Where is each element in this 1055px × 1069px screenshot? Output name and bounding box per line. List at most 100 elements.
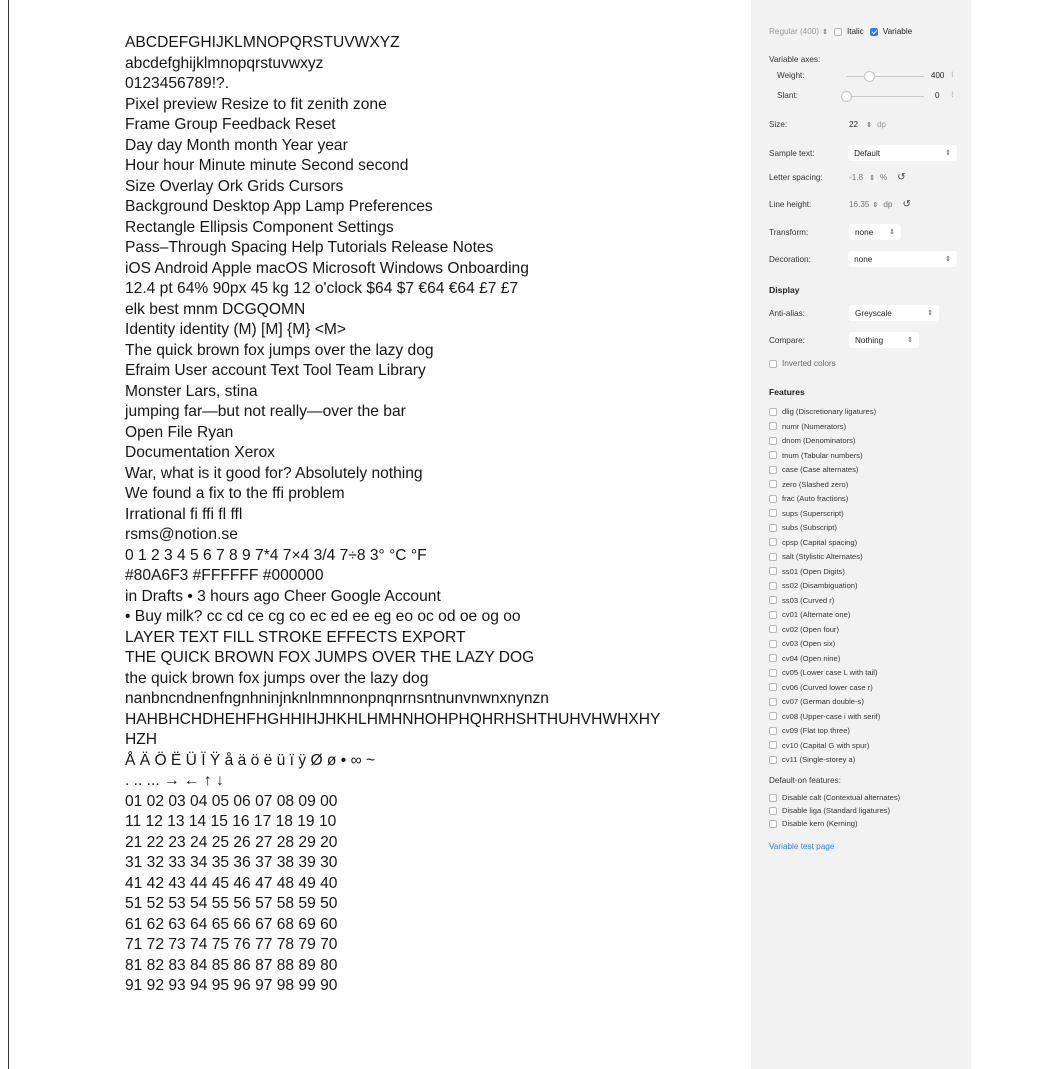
default-on-feature-checkbox[interactable] — [769, 819, 777, 828]
feature-checkbox[interactable] — [769, 422, 777, 430]
feature-checkbox[interactable] — [769, 755, 777, 764]
weight-select[interactable]: Regular (400) ⇕ — [769, 27, 828, 36]
feature-toggle[interactable]: numr (Numerators) — [769, 422, 846, 431]
feature-checkbox[interactable] — [769, 712, 777, 720]
italic-checkbox[interactable] — [833, 27, 842, 36]
variable-checkbox[interactable] — [869, 27, 878, 36]
feature-checkbox[interactable] — [769, 465, 777, 474]
slant-slider-knob[interactable] — [841, 91, 852, 102]
feature-checkbox[interactable] — [769, 654, 777, 662]
stepper-icon[interactable]: ⁝ — [951, 70, 954, 79]
preview-line: abcdefghijklmnopqrstuvwxyz — [125, 54, 324, 72]
slant-label: Slant: — [777, 91, 798, 100]
feature-checkbox[interactable] — [769, 407, 777, 416]
feature-checkbox[interactable] — [769, 596, 777, 604]
feature-checkbox[interactable] — [769, 552, 777, 561]
reset-icon[interactable]: ↺ — [897, 172, 905, 183]
feature-checkbox[interactable] — [769, 538, 777, 546]
feature-label: salt (Stylistic Alternates) — [782, 552, 863, 561]
feature-toggle[interactable]: cv02 (Open four) — [769, 625, 839, 634]
feature-toggle[interactable]: ss02 (Disambiguation) — [769, 581, 858, 590]
letter-spacing-input[interactable]: -1.8 ⇕ % — [849, 173, 887, 182]
feature-toggle[interactable]: dnom (Denominators) — [769, 436, 855, 445]
preview-line: in Drafts • 3 hours ago Cheer Google Acc… — [125, 587, 441, 605]
feature-checkbox[interactable] — [769, 567, 777, 575]
stepper-icon[interactable]: ⇕ — [873, 201, 879, 209]
slant-slider[interactable] — [846, 96, 924, 97]
feature-checkbox[interactable] — [769, 639, 777, 648]
stepper-icon[interactable]: ⇕ — [869, 174, 875, 182]
feature-checkbox[interactable] — [769, 683, 777, 691]
feature-toggle[interactable]: zero (Slashed zero) — [769, 480, 848, 489]
feature-label: ss01 (Open Digits) — [782, 566, 845, 576]
feature-toggle[interactable]: case (Case alternates) — [769, 465, 858, 474]
default-on-feature-toggle[interactable]: Disable liga (Standard ligatures) — [769, 806, 890, 815]
stepper-icon[interactable]: ⇕ — [866, 121, 872, 129]
weight-slider-knob[interactable] — [864, 71, 876, 82]
feature-toggle[interactable]: cv07 (German double-s) — [769, 697, 864, 706]
default-on-feature-checkbox[interactable] — [769, 793, 777, 802]
feature-checkbox[interactable] — [769, 741, 777, 749]
feature-checkbox[interactable] — [769, 697, 777, 706]
feature-checkbox[interactable] — [769, 668, 777, 677]
feature-toggle[interactable]: cv04 (Open nine) — [769, 654, 840, 663]
feature-toggle[interactable]: dlig (Discretionary ligatures) — [769, 407, 876, 416]
feature-label: numr (Numerators) — [782, 421, 847, 431]
size-input[interactable]: 22 ⇕ dp — [849, 120, 886, 129]
feature-toggle[interactable]: subs (Subscript) — [769, 523, 837, 532]
feature-checkbox[interactable] — [769, 509, 777, 517]
feature-toggle[interactable]: cv09 (Flat top three) — [769, 726, 850, 735]
feature-toggle[interactable]: cpsp (Capital spacing) — [769, 538, 857, 547]
feature-toggle[interactable]: tnum (Tabular numbers) — [769, 451, 863, 460]
default-on-feature-toggle[interactable]: Disable calt (Contextual alternates) — [769, 793, 900, 802]
variable-test-page-link[interactable]: Variable test page — [769, 842, 957, 851]
feature-checkbox[interactable] — [769, 726, 777, 735]
feature-toggle[interactable]: cv01 (Alternate one) — [769, 610, 850, 619]
slant-value[interactable]: 0 — [935, 91, 939, 100]
feature-toggle[interactable]: cv03 (Open six) — [769, 639, 835, 648]
feature-checkbox[interactable] — [769, 625, 777, 633]
weight-slider[interactable] — [846, 76, 924, 77]
feature-toggle[interactable]: cv05 (Lower case L with tail) — [769, 668, 878, 677]
compare-select[interactable]: Nothing ⇕ — [849, 332, 919, 348]
size-row: Size: 22 ⇕ dp — [769, 120, 957, 129]
preview-line: Irrational fi ffi fl ffl — [125, 505, 243, 523]
feature-toggle[interactable]: ss03 (Curved r) — [769, 596, 834, 605]
weight-value[interactable]: 400 — [931, 71, 944, 80]
inverted-colors-toggle[interactable]: Inverted colors — [769, 359, 957, 368]
size-unit: dp — [876, 120, 887, 129]
feature-checkbox[interactable] — [769, 523, 777, 532]
variable-axes-label: Variable axes: — [769, 55, 821, 64]
preview-line: nanbncndnenfngnhninjnknlnmnnonpnqnrnsntn… — [125, 690, 549, 707]
feature-toggle[interactable]: cv10 (Capital G with spur) — [769, 741, 869, 750]
italic-toggle[interactable]: Italic — [833, 27, 864, 36]
reset-icon[interactable]: ↺ — [902, 199, 910, 210]
sample-text-select-value: Default — [854, 148, 881, 158]
decoration-select[interactable]: none ⇕ — [848, 251, 957, 267]
feature-checkbox[interactable] — [769, 436, 777, 445]
preview-line: Pass–Through Spacing Help Tutorials Rele… — [125, 239, 494, 256]
feature-toggle[interactable]: cv06 (Curved lower case r) — [769, 683, 873, 692]
variable-toggle[interactable]: Variable — [869, 27, 912, 36]
feature-toggle[interactable]: cv08 (Upper-case i with serif) — [769, 712, 880, 721]
feature-checkbox[interactable] — [769, 581, 777, 590]
feature-checkbox[interactable] — [769, 451, 777, 459]
default-on-feature-checkbox[interactable] — [769, 806, 777, 815]
feature-checkbox[interactable] — [769, 610, 777, 619]
feature-toggle[interactable]: frac (Auto fractions) — [769, 494, 848, 503]
stepper-icon[interactable]: ⁝ — [951, 90, 954, 99]
feature-toggle[interactable]: cv11 (Single-storey a) — [769, 755, 855, 764]
feature-checkbox[interactable] — [769, 480, 777, 488]
transform-select[interactable]: none ⇕ — [849, 224, 901, 240]
inverted-colors-checkbox[interactable] — [769, 359, 777, 368]
feature-toggle[interactable]: salt (Stylistic Alternates) — [769, 552, 863, 561]
feature-toggle[interactable]: ss01 (Open Digits) — [769, 567, 845, 576]
feature-toggle[interactable]: sups (Superscript) — [769, 509, 844, 518]
preview-line: 0 1 2 3 4 5 6 7 8 9 7*4 7×4 3/4 7÷8 3° °… — [125, 546, 427, 564]
sample-text-select[interactable]: Default ⇕ — [848, 145, 957, 161]
anti-alias-select[interactable]: Greyscale ⇕ — [849, 305, 939, 321]
default-on-feature-label: Disable kern (Kerning) — [782, 819, 858, 828]
feature-checkbox[interactable] — [769, 494, 777, 503]
line-height-input[interactable]: 16.35 ⇕ dp — [849, 200, 892, 209]
default-on-feature-toggle[interactable]: Disable kern (Kerning) — [769, 819, 858, 828]
